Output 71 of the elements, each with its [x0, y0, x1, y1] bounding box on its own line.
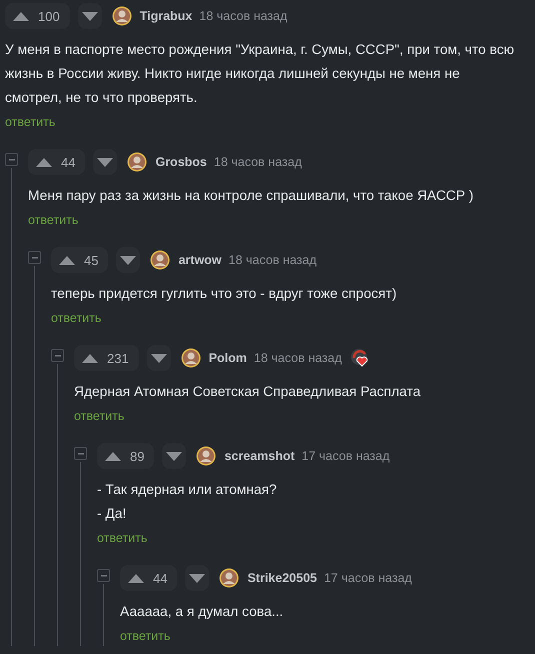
minus-icon — [8, 158, 14, 160]
down-arrow-icon — [150, 354, 167, 362]
downvote-button[interactable] — [78, 3, 102, 29]
avatar-icon — [196, 446, 216, 466]
comment-time: 18 часов назад — [199, 9, 288, 23]
reply-link[interactable]: ответить — [5, 112, 56, 132]
reply-link[interactable]: ответить — [97, 528, 148, 548]
downvote-button[interactable] — [93, 149, 118, 175]
down-arrow-icon — [97, 158, 114, 166]
up-arrow-icon — [36, 158, 52, 166]
rating-count: 89 — [130, 448, 144, 464]
collapse-button[interactable] — [74, 447, 87, 460]
username-link[interactable]: artwow — [178, 253, 222, 267]
comment-text: Меня пару раз за жизнь на контроле спрашивали, что такое ЯАССР ) — [28, 187, 475, 205]
comment-time: 18 часов назад — [214, 155, 302, 169]
avatar-icon — [112, 6, 132, 26]
avatar-icon — [150, 250, 170, 270]
downvote-button[interactable] — [162, 443, 186, 469]
rating-count: 100 — [38, 8, 60, 24]
rating-count: 44 — [153, 570, 168, 586]
minus-icon — [78, 452, 84, 454]
up-arrow-icon — [13, 12, 29, 20]
down-arrow-icon — [189, 574, 206, 582]
avatar-icon — [127, 152, 148, 172]
downvote-button[interactable] — [185, 565, 210, 591]
username-link[interactable]: Tigrabux — [140, 9, 192, 23]
upvote-button[interactable]: 100 — [5, 3, 70, 29]
minus-icon — [54, 354, 60, 356]
up-arrow-icon — [128, 574, 144, 582]
reply-link[interactable]: ответить — [28, 210, 78, 230]
upvote-button[interactable]: 44 — [28, 149, 86, 175]
down-arrow-icon — [166, 452, 182, 460]
collapse-button[interactable] — [97, 569, 110, 582]
down-arrow-icon — [120, 256, 136, 264]
username-link[interactable]: Strike20505 — [247, 571, 317, 585]
upvote-button[interactable]: 44 — [120, 565, 178, 591]
collapse-button[interactable] — [28, 251, 41, 264]
up-arrow-icon — [105, 452, 121, 460]
collapse-button[interactable] — [5, 153, 18, 166]
comment-time: 18 часов назад — [254, 351, 342, 365]
rating-count: 45 — [84, 252, 98, 268]
comment-time: 17 часов назад — [324, 571, 412, 585]
collapse-button[interactable] — [51, 349, 64, 362]
comment-text: - Да! — [97, 505, 128, 523]
avatar-icon — [180, 348, 201, 368]
comment-text: Аааааа, а я думал сова... — [120, 603, 284, 621]
minus-icon — [100, 574, 106, 576]
upvote-button[interactable]: 89 — [97, 443, 154, 469]
reply-link[interactable]: ответить — [74, 406, 124, 426]
up-arrow-icon — [82, 354, 98, 362]
username-link[interactable]: screamshot — [224, 449, 295, 463]
downvote-button[interactable] — [146, 345, 171, 371]
up-arrow-icon — [59, 256, 75, 264]
downvote-button[interactable] — [116, 247, 140, 273]
minus-icon — [32, 256, 38, 258]
username-link[interactable]: Polom — [208, 351, 247, 365]
comment-text: Ядерная Атомная Советская Справедливая Расплата — [74, 383, 422, 401]
rating-count: 231 — [107, 350, 129, 366]
avatar-icon — [219, 568, 240, 588]
reply-link[interactable]: ответить — [120, 626, 170, 646]
comment-time: 17 часов назад — [302, 449, 390, 463]
comment-time: 18 часов назад — [228, 253, 317, 267]
comment-text: теперь придется гуглить что это - вдруг тоже спросят) — [51, 285, 398, 303]
rating-count: 44 — [61, 154, 76, 170]
upvote-button[interactable]: 45 — [51, 247, 108, 273]
reply-link[interactable]: ответить — [51, 308, 102, 328]
down-arrow-icon — [82, 12, 98, 20]
upvote-button[interactable]: 231 — [74, 345, 139, 371]
comment-text: - Так ядерная или атомная? — [97, 481, 278, 499]
comment-text: У меня в паспорте место рождения "Украина, г. Сумы, СССР", при том, что всю жизнь в России живу. Никто нигде никогда лишней секунды не меня не смотрел, не то что проверять. — [5, 41, 516, 107]
username-link[interactable]: Grosbos — [155, 155, 207, 169]
